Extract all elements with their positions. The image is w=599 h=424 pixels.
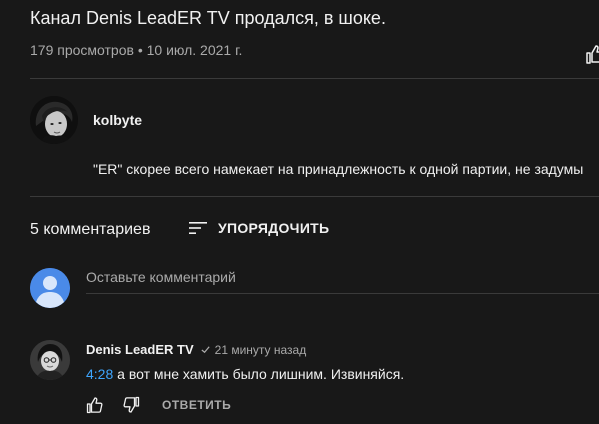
- comment-body: а вот мне хамить было лишним. Извиняйся.: [113, 366, 405, 382]
- video-description: "ER" скорее всего намекает на принадлежн…: [93, 161, 584, 177]
- video-title: Канал Denis LeadER TV продался, в шоке.: [30, 8, 386, 28]
- comment-timestamp-link[interactable]: 4:28: [86, 366, 113, 382]
- verified-check-icon: [201, 346, 210, 354]
- reply-button[interactable]: ОТВЕТИТЬ: [162, 398, 231, 412]
- comment-author[interactable]: Denis LeadER TV: [86, 342, 194, 357]
- channel-avatar[interactable]: [30, 96, 78, 144]
- comment-input[interactable]: [86, 266, 599, 294]
- comment-header: Denis LeadER TV 21 минуту назад: [86, 342, 306, 357]
- channel-name[interactable]: kolbyte: [93, 112, 142, 128]
- thumb-down-icon[interactable]: [122, 396, 140, 414]
- comment-actions: ОТВЕТИТЬ: [86, 396, 231, 414]
- comment-author-avatar[interactable]: [30, 340, 70, 380]
- sort-label: УПОРЯДОЧИТЬ: [218, 220, 330, 236]
- thumb-up-icon: [586, 45, 599, 64]
- sort-button[interactable]: УПОРЯДОЧИТЬ: [188, 218, 329, 238]
- comments-count: 5 комментариев: [30, 221, 151, 238]
- default-avatar-icon: [30, 268, 70, 308]
- video-like-button[interactable]: [586, 44, 599, 64]
- divider: [30, 78, 599, 79]
- divider: [30, 196, 599, 197]
- user-avatar: [30, 268, 70, 308]
- comment-text: 4:28 а вот мне хамить было лишним. Извин…: [86, 366, 404, 382]
- comment-time[interactable]: 21 минуту назад: [215, 343, 307, 357]
- channel-avatar-image: [30, 96, 78, 144]
- thumb-up-icon[interactable]: [86, 396, 104, 414]
- video-meta: 179 просмотров • 10 июл. 2021 г.: [30, 42, 243, 58]
- sort-icon: [189, 222, 207, 234]
- comment-author-avatar-image: [30, 340, 70, 380]
